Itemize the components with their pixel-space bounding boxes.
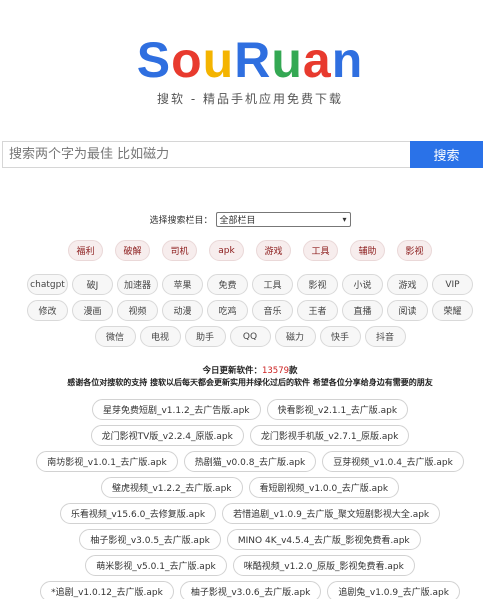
file-row: 柚子影视_v3.0.5_去广版.apk MINO 4K_v4.5.4_去广版_影视… [0,529,500,550]
chevron-down-icon: ▾ [342,215,347,224]
tag-chip[interactable]: 吃鸡 [207,300,248,321]
tag-chip[interactable]: 修改 [27,300,68,321]
tag-chip[interactable]: 工具 [252,274,293,295]
file-link[interactable]: 星芽免费短剧_v1.1.2_去广告版.apk [91,399,261,420]
file-row: 璧虎视频_v1.2.2_去广版.apk 看短剧视频_v1.0.0_去广版.apk [0,477,500,498]
logo-letter: n [331,32,364,88]
file-row: 南坊影视_v1.0.1_去广版.apk 热剧猫_v0.0.8_去广版.apk 豆芽视… [0,451,500,472]
tag-chip[interactable]: 电视 [139,326,181,347]
file-link[interactable]: 龙门影视TV版_v2.2.4_原版.apk [90,425,244,446]
site-logo[interactable]: SouRuan [0,30,500,90]
tag-chip[interactable]: 工具 [303,240,338,261]
tag-row-3: 微信 电视 助手 QQ 磁力 快手 抖音 [0,326,500,347]
tag-chip[interactable]: 游戏 [387,274,428,295]
tag-chip[interactable]: 影视 [397,240,432,261]
file-row: *追剧_v1.0.12_去广版.apk 柚子影视_v3.0.6_去广版.apk 追剧… [0,581,500,599]
file-link[interactable]: *追剧_v1.0.12_去广版.apk [40,581,174,599]
column-select[interactable]: 全部栏目 ▾ [215,212,351,227]
update-count: 13579 [261,366,290,376]
tag-chip[interactable]: 免费 [207,274,248,295]
tag-chip[interactable]: 直播 [342,300,383,321]
tag-chip[interactable]: 小说 [342,274,383,295]
file-link[interactable]: MINO 4K_v4.5.4_去广版_影视免费看.apk [226,529,421,550]
tag-chip[interactable]: VIP [432,274,473,295]
file-link[interactable]: 追剧兔_v1.0.9_去广版.apk [327,581,460,599]
file-link[interactable]: 龙门影视手机版_v2.7.1_原版.apk [249,425,410,446]
logo-letter: u [271,32,303,88]
thanks-message: 感谢各位对搜软的支持 搜软以后每天都会更新实用并绿化过后的软件 希望各位分享给身… [67,378,433,387]
update-suffix: 款 [289,366,298,376]
tag-chip[interactable]: 福利 [68,240,103,261]
file-link[interactable]: 乐看视频_v15.6.0_去修复版.apk [59,503,217,524]
tag-chip[interactable]: 破J [72,274,113,295]
file-link[interactable]: 豆芽视频_v1.0.4_去广版.apk [322,451,464,472]
logo-letter: a [302,32,332,88]
file-link[interactable]: 萌米影视_v5.0.1_去广版.apk [85,555,227,576]
hot-tags: 福利 破解 司机 apk 游戏 工具 辅助 影视 [0,240,500,261]
logo-letter: R [234,32,272,88]
site-subtitle: 搜软 - 精品手机应用免费下载 [157,92,343,106]
search-bar: 搜索 [2,141,483,168]
tag-chip[interactable]: 荣耀 [432,300,473,321]
tag-chip[interactable]: 游戏 [256,240,291,261]
tag-chip[interactable]: 抖音 [364,326,406,347]
column-label: 选择搜索栏目： [149,216,213,226]
tag-row-2: 修改 漫画 视频 动漫 吃鸡 音乐 王者 直播 阅读 荣耀 [0,300,500,321]
search-button[interactable]: 搜索 [410,141,483,168]
tag-chip[interactable]: 视频 [117,300,158,321]
logo-letter: o [171,32,203,88]
tag-chip[interactable]: 音乐 [252,300,293,321]
tag-chip[interactable]: 苹果 [162,274,203,295]
tag-chip[interactable]: 快手 [319,326,361,347]
tag-chip[interactable]: 破解 [115,240,150,261]
file-link[interactable]: 热剧猫_v0.0.8_去广版.apk [183,451,317,472]
tag-chip[interactable]: 微信 [94,326,136,347]
file-row: 龙门影视TV版_v2.2.4_原版.apk 龙门影视手机版_v2.7.1_原版.a… [0,425,500,446]
file-link[interactable]: 璧虎视频_v1.2.2_去广版.apk [100,477,243,498]
file-row: 乐看视频_v15.6.0_去修复版.apk 若惜追剧_v1.0.9_去广版_聚文短… [0,503,500,524]
logo-letter: S [136,32,172,88]
logo-letter: u [202,32,235,88]
tag-chip[interactable]: apk [209,240,244,261]
tag-chip[interactable]: 漫画 [72,300,113,321]
file-link[interactable]: 柚子影视_v3.0.6_去广版.apk [179,581,322,599]
update-count-line: 今日更新软件：13579款 [0,364,500,376]
tag-row-1: chatgpt 破J 加速器 苹果 免费 工具 影视 小说 游戏 VIP [0,274,500,295]
tag-chip[interactable]: QQ [229,326,271,347]
tag-chip[interactable]: 磁力 [274,326,316,347]
tag-chip[interactable]: 辅助 [350,240,385,261]
tag-chip[interactable]: chatgpt [27,274,68,295]
column-selector-row: 选择搜索栏目： 全部栏目 ▾ [0,212,500,227]
file-link[interactable]: 柚子影视_v3.0.5_去广版.apk [79,529,221,550]
tag-chip[interactable]: 助手 [184,326,226,347]
file-link[interactable]: 快看影视_v2.1.1_去广版.apk [266,399,409,420]
file-row: 星芽免费短剧_v1.1.2_去广告版.apk 快看影视_v2.1.1_去广版.ap… [0,399,500,420]
column-selected-value: 全部栏目 [219,216,256,226]
file-link[interactable]: 若惜追剧_v1.0.9_去广版_聚文短剧影视大全.apk [222,503,441,524]
update-prefix: 今日更新软件： [202,366,262,376]
tag-chip[interactable]: 加速器 [117,274,158,295]
tag-chip[interactable]: 王者 [297,300,338,321]
tag-chip[interactable]: 影视 [297,274,338,295]
tag-chip[interactable]: 司机 [162,240,197,261]
file-link[interactable]: 咪酷视频_v1.2.0_原版_影视免费看.apk [232,555,415,576]
file-row: 萌米影视_v5.0.1_去广版.apk 咪酷视频_v1.2.0_原版_影视免费看.… [0,555,500,576]
file-link[interactable]: 看短剧视频_v1.0.0_去广版.apk [248,477,400,498]
tag-chip[interactable]: 阅读 [387,300,428,321]
search-input[interactable] [2,141,410,168]
file-link[interactable]: 南坊影视_v1.0.1_去广版.apk [36,451,178,472]
tag-chip[interactable]: 动漫 [162,300,203,321]
